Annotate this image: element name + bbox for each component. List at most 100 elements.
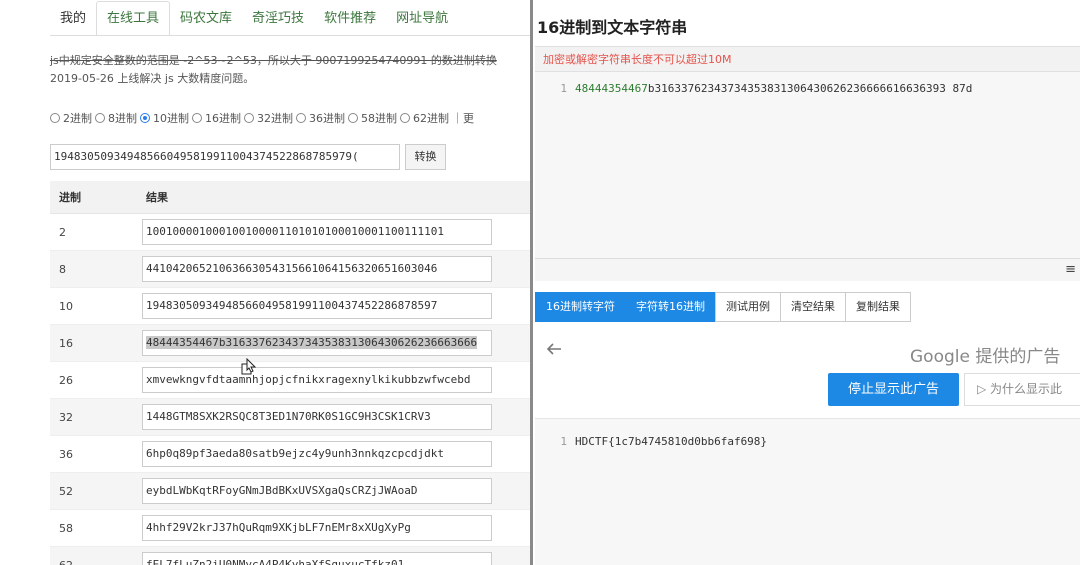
radio-dot (192, 113, 202, 123)
radio-base-8[interactable]: 8进制 (95, 110, 137, 126)
table-row: 10 19483050934948566049581991100437452286… (50, 288, 530, 325)
line-number: 1 (560, 435, 567, 448)
row-base: 52 (59, 484, 73, 498)
radio-label: 10进制 (153, 112, 189, 125)
copy-cursor-icon (241, 358, 257, 375)
row-base: 26 (59, 373, 73, 387)
hex-text-rest: b316337623437343538313064306262366666166… (647, 82, 973, 95)
precision-note: js中规定安全整数的范围是 -2^53~2^53，所以大于 9007199254… (50, 52, 497, 88)
table-row: 16 48444354467b31633762343734353831306430… (50, 325, 530, 362)
radio-dot (95, 113, 105, 123)
row-result-field[interactable]: eybdLWbKqtRFoyGNmJBdBKxUVSXgaQsCRZjJWAoa… (142, 478, 492, 504)
radio-label: 8进制 (108, 112, 137, 125)
row-base: 2 (59, 225, 66, 239)
nav-tab-online-tools[interactable]: 在线工具 (96, 1, 171, 36)
size-warning: 加密或解密字符串长度不可以超过10M (535, 46, 1080, 72)
tool-title: 16进制到文本字符串 (537, 18, 688, 37)
line-number: 1 (560, 82, 567, 95)
row-base: 8 (59, 262, 66, 276)
row-result-field[interactable]: 4hhf29V2krJ37hQuRqm9XKjbLF7nEMr8xXUgXyPg (142, 515, 492, 541)
row-base: 36 (59, 447, 73, 461)
radio-label: 62进制 (413, 112, 449, 125)
menu-icon[interactable]: ≡ (1065, 262, 1076, 277)
nav-divider (50, 35, 530, 36)
radio-label: 32进制 (257, 112, 293, 125)
left-pane: 我的 在线工具 码农文库 奇淫巧技 软件推荐 网址导航 js中规定安全整数的范围… (0, 0, 530, 565)
radio-dot (244, 113, 254, 123)
top-nav: 我的 在线工具 码农文库 奇淫巧技 软件推荐 网址导航 (50, 0, 458, 36)
clear-result-button[interactable]: 清空结果 (780, 292, 846, 322)
result-table: 进制 结果 2 100100001000100100001101010100010… (50, 181, 530, 565)
output-text[interactable]: HDCTF{1c7b4745810d0bb6faf698} (575, 435, 767, 448)
header-result: 结果 (146, 191, 168, 204)
table-row: 52 eybdLWbKqtRFoyGNmJBdBKxUVSXgaQsCRZjJWA… (50, 473, 530, 510)
radios-more[interactable]: ｜更 (452, 110, 474, 126)
back-arrow-icon[interactable] (545, 340, 563, 358)
row-result-field[interactable]: 4410420652106366305431566106415632065160… (142, 256, 492, 282)
radio-base-36[interactable]: 36进制 (296, 110, 345, 126)
row-result-field[interactable]: 1001000010001001000011010101000100011001… (142, 219, 492, 245)
convert-button[interactable]: 转换 (405, 144, 446, 170)
table-row: 36 6hp0q89pf3aeda80satb9ejzc4y9unh3nnkqzc… (50, 436, 530, 473)
table-row: 32 1448GTM8SXK2RSQC8T3ED1N70RK0S1GC9H3CSK… (50, 399, 530, 436)
hex-text-highlight: 48444354467 (575, 82, 648, 95)
nav-tab-software[interactable]: 软件推荐 (314, 2, 386, 36)
table-row: 8 441042065210636630543156610641563206516… (50, 251, 530, 288)
base-radio-group: 2进制 8进制 10进制 16进制 32进制 36进制 58进制 62进制 ｜更 (50, 110, 474, 126)
row-base: 62 (59, 558, 73, 565)
action-buttons: 16进制转字符 字符转16进制 测试用例 清空结果 复制结果 (535, 292, 911, 322)
row-result-field[interactable]: 1948305093494856604958199110043745228687… (142, 293, 492, 319)
stop-ad-button[interactable]: 停止显示此广告 (828, 373, 959, 406)
table-row: 62 fEL7fLuZn2iU0NMycA4P4KyhaXfSquxucTfkz0… (50, 547, 530, 565)
text-output-editor[interactable]: 1 HDCTF{1c7b4745810d0bb6faf698} (535, 418, 1080, 565)
header-base: 进制 (59, 191, 81, 204)
nav-tab-mine[interactable]: 我的 (50, 2, 96, 36)
hex-to-text-button[interactable]: 16进制转字符 (535, 292, 626, 322)
radio-dot (296, 113, 306, 123)
row-result-field[interactable]: 1448GTM8SXK2RSQC8T3ED1N70RK0S1GC9H3CSK1C… (142, 404, 492, 430)
radio-label: 2进制 (63, 112, 92, 125)
radio-dot (348, 113, 358, 123)
row-result-field[interactable]: xmvewkngvfdtaamnhjopjcfnikxragexnylkikub… (142, 367, 492, 393)
table-row: 2 100100001000100100001101010100010001100… (50, 214, 530, 251)
row-base: 32 (59, 410, 73, 424)
table-header: 进制 结果 (50, 181, 530, 214)
radio-dot (400, 113, 410, 123)
radio-base-62[interactable]: 62进制 (400, 110, 449, 126)
precision-note-line2: 2019-05-26 上线解决 js 大数精度问题。 (50, 72, 255, 85)
test-case-button[interactable]: 测试用例 (715, 292, 781, 322)
why-ad-button[interactable]: ▷ 为什么显示此 (964, 373, 1080, 406)
row-base: 58 (59, 521, 73, 535)
table-row: 58 4hhf29V2krJ37hQuRqm9XKjbLF7nEMr8xXUgXy… (50, 510, 530, 547)
radio-base-58[interactable]: 58进制 (348, 110, 397, 126)
nav-tab-sites[interactable]: 网址导航 (386, 2, 458, 36)
radio-base-10[interactable]: 10进制 (140, 110, 189, 126)
radio-label: 58进制 (361, 112, 397, 125)
google-ad-label: Google 提供的广告 (910, 347, 1061, 367)
hex-input-editor[interactable]: 1 48444354467b31633762343734353831306430… (535, 72, 1080, 258)
radio-label: 16进制 (205, 112, 241, 125)
row-base: 10 (59, 299, 73, 313)
row-result-field[interactable]: 6hp0q89pf3aeda80satb9ejzc4y9unh3nnkqzcpc… (142, 441, 492, 467)
right-pane: 16进制到文本字符串 加密或解密字符串长度不可以超过10M 1 48444354… (533, 0, 1080, 565)
nav-tab-library[interactable]: 码农文库 (170, 2, 242, 36)
google-ad-panel: Google 提供的广告 停止显示此广告 ▷ 为什么显示此 (535, 330, 1080, 415)
hex-input-text[interactable]: 48444354467b3163376234373435383130643062… (575, 82, 972, 95)
radio-base-32[interactable]: 32进制 (244, 110, 293, 126)
number-input[interactable]: 1948305093494856604958199110043745228687… (50, 144, 400, 170)
text-to-hex-button[interactable]: 字符转16进制 (625, 292, 716, 322)
row-result-field-selected[interactable]: 48444354467b3163376234373435383130643062… (142, 330, 492, 356)
radio-base-16[interactable]: 16进制 (192, 110, 241, 126)
row-result-field[interactable]: fEL7fLuZn2iU0NMycA4P4KyhaXfSquxucTfkz01 (142, 552, 492, 565)
radio-dot (50, 113, 60, 123)
radio-label: 36进制 (309, 112, 345, 125)
copy-result-button[interactable]: 复制结果 (845, 292, 911, 322)
radio-base-2[interactable]: 2进制 (50, 110, 92, 126)
selected-text: 48444354467b3163376234373435383130643062… (146, 336, 478, 349)
editor-status-bar: ≡ (535, 258, 1080, 281)
table-row: 26 xmvewkngvfdtaamnhjopjcfnikxragexnylkik… (50, 362, 530, 399)
precision-note-line1: js中规定安全整数的范围是 -2^53~2^53，所以大于 9007199254… (50, 54, 497, 67)
nav-tab-tricks[interactable]: 奇淫巧技 (242, 2, 314, 36)
row-base: 16 (59, 336, 73, 350)
radio-dot-checked (140, 113, 150, 123)
